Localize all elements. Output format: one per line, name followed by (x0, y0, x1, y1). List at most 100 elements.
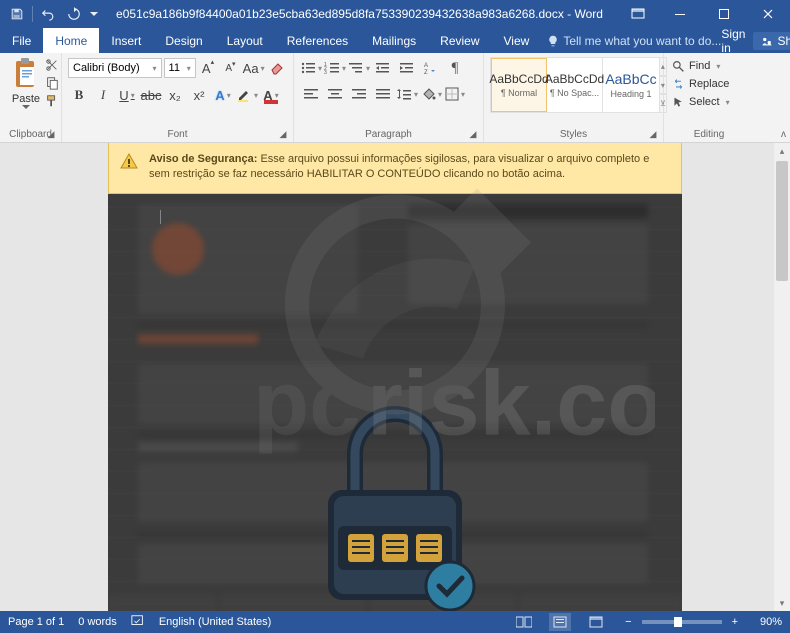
replace-icon (672, 78, 685, 91)
tab-view[interactable]: View (492, 28, 542, 53)
replace-label: Replace (689, 78, 729, 90)
status-page[interactable]: Page 1 of 1 (8, 616, 64, 628)
copy-button[interactable] (44, 75, 60, 91)
numbering-button[interactable]: 123▾ (324, 57, 346, 79)
share-button[interactable]: Share (753, 32, 790, 50)
ribbon: Paste Clipboard ◢ Calibri (Body)▾ 11▾ A▴… (0, 53, 790, 143)
styles-launcher[interactable]: ◢ (647, 128, 659, 140)
clipboard-launcher[interactable]: ◢ (45, 128, 57, 140)
strikethrough-button[interactable]: abc (140, 84, 162, 106)
redo-icon[interactable] (61, 0, 87, 28)
tab-insert[interactable]: Insert (99, 28, 153, 53)
status-language[interactable]: English (United States) (159, 616, 272, 628)
clear-formatting-button[interactable] (267, 57, 287, 79)
tab-mailings[interactable]: Mailings (360, 28, 428, 53)
format-painter-button[interactable] (44, 93, 60, 109)
justify-button[interactable] (372, 83, 394, 105)
view-print-layout[interactable] (549, 613, 571, 631)
font-color-button[interactable]: A▾ (260, 84, 282, 106)
font-launcher[interactable]: ◢ (277, 128, 289, 140)
scroll-down-arrow[interactable]: ▾ (774, 595, 790, 611)
minimize-button[interactable] (658, 0, 702, 28)
status-words[interactable]: 0 words (78, 616, 117, 628)
status-spellcheck[interactable] (131, 614, 145, 631)
show-marks-button[interactable]: ¶ (444, 57, 466, 79)
cut-button[interactable] (44, 57, 60, 73)
zoom-value[interactable]: 90% (748, 616, 782, 628)
bullets-button[interactable]: ▾ (300, 57, 322, 79)
borders-icon (445, 87, 459, 101)
chevron-down-icon: ▾ (187, 64, 191, 73)
style-no-spacing[interactable]: AaBbCcDd ¶ No Spac... (547, 58, 603, 112)
zoom-slider[interactable] (642, 620, 722, 624)
align-center-button[interactable] (324, 83, 346, 105)
tab-home[interactable]: Home (43, 28, 99, 53)
superscript-button[interactable]: x² (188, 84, 210, 106)
paste-button[interactable]: Paste (6, 57, 46, 117)
paste-label: Paste (12, 93, 40, 105)
chevron-down-icon (22, 105, 30, 110)
text-effects-button[interactable]: A▾ (212, 84, 234, 106)
style-preview: AaBbCc (605, 71, 656, 87)
close-button[interactable] (746, 0, 790, 28)
paragraph-launcher[interactable]: ◢ (467, 128, 479, 140)
grow-font-button[interactable]: A▴ (198, 57, 218, 79)
zoom-out-button[interactable]: − (621, 616, 635, 628)
save-icon[interactable] (4, 0, 30, 28)
group-paragraph: ▾ 123▾ ▾ AZ ¶ ▾ ▾ ▾ Paragraph ◢ (294, 53, 484, 142)
line-spacing-icon (396, 87, 412, 101)
subscript-button[interactable]: x₂ (164, 84, 186, 106)
align-right-button[interactable] (348, 83, 370, 105)
view-read-mode[interactable] (513, 613, 535, 631)
group-font: Calibri (Body)▾ 11 ▾ A▴ A▾ Aa▾ B I U▾ abc… (62, 53, 294, 142)
view-web-layout[interactable] (585, 613, 607, 631)
zoom-slider-handle[interactable] (674, 617, 682, 627)
lock-icon (310, 394, 480, 611)
increase-indent-button[interactable] (396, 57, 418, 79)
document-page[interactable] (108, 194, 682, 611)
read-mode-icon (516, 616, 532, 628)
zoom-in-button[interactable]: + (728, 616, 742, 628)
style-heading-1[interactable]: AaBbCc Heading 1 (603, 58, 659, 112)
shrink-font-button[interactable]: A▾ (220, 57, 240, 79)
chevron-down-icon: ▾ (153, 64, 157, 73)
ribbon-display-options-icon[interactable] (618, 0, 658, 28)
font-size-combo[interactable]: 11 ▾ (164, 58, 196, 78)
tab-file[interactable]: File (0, 28, 43, 53)
maximize-button[interactable] (702, 0, 746, 28)
sort-button[interactable]: AZ (420, 57, 442, 79)
multilevel-list-button[interactable]: ▾ (348, 57, 370, 79)
tab-references[interactable]: References (275, 28, 360, 53)
borders-button[interactable]: ▾ (444, 83, 466, 105)
scroll-up-arrow[interactable]: ▴ (774, 143, 790, 159)
select-button[interactable]: Select▾ (670, 93, 748, 111)
vertical-scrollbar[interactable]: ▴ ▾ (774, 143, 790, 611)
font-size-value: 11 (169, 62, 180, 74)
highlight-button[interactable]: ▾ (236, 84, 258, 106)
scroll-thumb[interactable] (776, 161, 788, 281)
replace-button[interactable]: Replace (670, 75, 748, 93)
tab-design[interactable]: Design (153, 28, 214, 53)
change-case-button[interactable]: Aa▾ (243, 57, 265, 79)
outdent-icon (375, 61, 391, 75)
security-warning-banner: Aviso de Segurança: Esse arquivo possui … (108, 143, 682, 194)
collapse-ribbon-button[interactable]: ʌ (781, 129, 786, 140)
qat-customize-icon[interactable] (87, 0, 101, 28)
font-group-label: Font (62, 129, 293, 140)
bold-button[interactable]: B (68, 84, 90, 106)
tell-me-search[interactable]: Tell me what you want to do... (547, 28, 721, 53)
decrease-indent-button[interactable] (372, 57, 394, 79)
underline-button[interactable]: U▾ (116, 84, 138, 106)
italic-button[interactable]: I (92, 84, 114, 106)
undo-icon[interactable] (35, 0, 61, 28)
tab-review[interactable]: Review (428, 28, 491, 53)
font-name-combo[interactable]: Calibri (Body)▾ (68, 58, 162, 78)
shading-button[interactable]: ▾ (420, 83, 442, 105)
sign-in-link[interactable]: Sign in (721, 27, 745, 55)
style-normal[interactable]: AaBbCcDd ¶ Normal (491, 58, 547, 112)
find-button[interactable]: Find▾ (670, 57, 748, 75)
tab-layout[interactable]: Layout (215, 28, 275, 53)
line-spacing-button[interactable]: ▾ (396, 83, 418, 105)
document-area: Aviso de Segurança: Esse arquivo possui … (0, 143, 790, 611)
align-left-button[interactable] (300, 83, 322, 105)
